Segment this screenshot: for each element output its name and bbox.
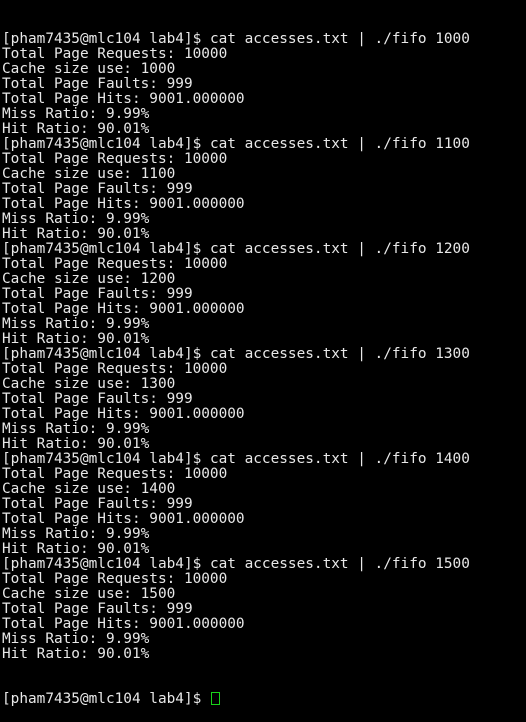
output-line: Miss Ratio: 9.99% bbox=[2, 316, 150, 332]
output-line: Total Page Requests: 10000 bbox=[2, 466, 228, 482]
output-line: Hit Ratio: 90.01% bbox=[2, 331, 150, 347]
shell-prompt: [pham7435@mlc104 lab4]$ bbox=[2, 346, 210, 362]
output-line: Total Page Hits: 9001.000000 bbox=[2, 511, 245, 527]
output-line: Total Page Requests: 10000 bbox=[2, 361, 228, 377]
output-line: Miss Ratio: 9.99% bbox=[2, 631, 150, 647]
command-text: cat accesses.txt | ./fifo 1500 bbox=[209, 556, 470, 572]
shell-prompt: [pham7435@mlc104 lab4]$ bbox=[2, 241, 210, 257]
output-line: Hit Ratio: 90.01% bbox=[2, 646, 150, 662]
shell-prompt: [pham7435@mlc104 lab4]$ bbox=[2, 31, 210, 47]
output-line: Miss Ratio: 9.99% bbox=[2, 526, 150, 542]
output-line: Hit Ratio: 90.01% bbox=[2, 121, 150, 137]
output-line: Total Page Requests: 10000 bbox=[2, 256, 228, 272]
output-line: Total Page Requests: 10000 bbox=[2, 151, 228, 167]
output-line: Total Page Faults: 999 bbox=[2, 391, 193, 407]
output-line: Total Page Faults: 999 bbox=[2, 181, 193, 197]
output-line: Cache size use: 1300 bbox=[2, 376, 176, 392]
output-line: Total Page Hits: 9001.000000 bbox=[2, 196, 245, 212]
command-text: cat accesses.txt | ./fifo 1400 bbox=[209, 451, 470, 467]
command-line: [pham7435@mlc104 lab4]$ cat accesses.txt… bbox=[2, 347, 524, 362]
output-line: Miss Ratio: 9.99% bbox=[2, 211, 150, 227]
shell-prompt: [pham7435@mlc104 lab4]$ bbox=[2, 556, 210, 572]
output-line: Cache size use: 1500 bbox=[2, 586, 176, 602]
output-line: Total Page Faults: 999 bbox=[2, 601, 193, 617]
shell-prompt: [pham7435@mlc104 lab4]$ bbox=[2, 136, 210, 152]
output-line: Total Page Faults: 999 bbox=[2, 286, 193, 302]
output-line: Total Page Hits: 9001.000000 bbox=[2, 406, 245, 422]
output-line: Total Page Hits: 9001.000000 bbox=[2, 616, 245, 632]
command-line: [pham7435@mlc104 lab4]$ cat accesses.txt… bbox=[2, 242, 524, 257]
output-line: Total Page Requests: 10000 bbox=[2, 571, 228, 587]
command-line: [pham7435@mlc104 lab4]$ cat accesses.txt… bbox=[2, 137, 524, 152]
output-line: Cache size use: 1400 bbox=[2, 481, 176, 497]
output-line: Cache size use: 1000 bbox=[2, 61, 176, 77]
output-line: Total Page Faults: 999 bbox=[2, 496, 193, 512]
shell-prompt: [pham7435@mlc104 lab4]$ bbox=[2, 691, 210, 707]
command-text: cat accesses.txt | ./fifo 1200 bbox=[209, 241, 470, 257]
terminal-window[interactable]: [pham7435@mlc104 lab4]$ cat accesses.txt… bbox=[2, 2, 524, 722]
command-line: [pham7435@mlc104 lab4]$ cat accesses.txt… bbox=[2, 557, 524, 572]
final-prompt-line[interactable]: [pham7435@mlc104 lab4]$ bbox=[2, 692, 524, 707]
command-text: cat accesses.txt | ./fifo 1300 bbox=[209, 346, 470, 362]
output-line: Total Page Hits: 9001.000000 bbox=[2, 301, 245, 317]
output-line: Cache size use: 1200 bbox=[2, 271, 176, 287]
output-line: Miss Ratio: 9.99% bbox=[2, 421, 150, 437]
output-line: Hit Ratio: 90.01% bbox=[2, 226, 150, 242]
command-line: [pham7435@mlc104 lab4]$ cat accesses.txt… bbox=[2, 32, 524, 47]
output-line: Hit Ratio: 90.01% bbox=[2, 541, 150, 557]
cursor-block[interactable] bbox=[210, 692, 220, 705]
output-line: Hit Ratio: 90.01% bbox=[2, 436, 150, 452]
output-line: Total Page Hits: 9001.000000 bbox=[2, 91, 245, 107]
command-text: cat accesses.txt | ./fifo 1000 bbox=[209, 31, 470, 47]
shell-prompt: [pham7435@mlc104 lab4]$ bbox=[2, 451, 210, 467]
command-text: cat accesses.txt | ./fifo 1100 bbox=[209, 136, 470, 152]
output-line: Total Page Faults: 999 bbox=[2, 76, 193, 92]
command-line: [pham7435@mlc104 lab4]$ cat accesses.txt… bbox=[2, 452, 524, 467]
output-line: Miss Ratio: 9.99% bbox=[2, 106, 150, 122]
output-line: Total Page Requests: 10000 bbox=[2, 46, 228, 62]
terminal-output: [pham7435@mlc104 lab4]$ cat accesses.txt… bbox=[2, 32, 524, 662]
output-line: Cache size use: 1100 bbox=[2, 166, 176, 182]
